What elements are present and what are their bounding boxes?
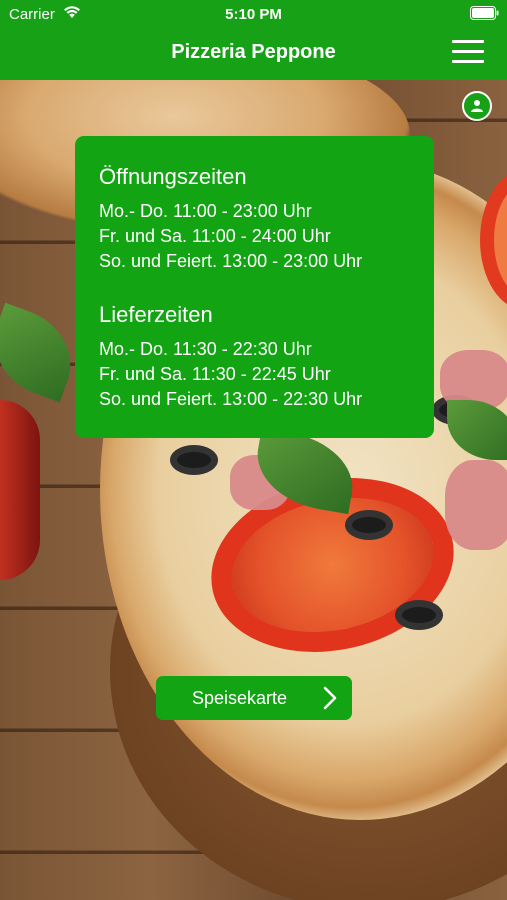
delivery-hours-line: Mo.- Do. 11:30 - 22:30 Uhr [99, 339, 312, 359]
battery-icon [470, 6, 499, 20]
menu-card-button-label: Speisekarte [192, 688, 288, 708]
user-icon[interactable] [462, 91, 492, 121]
opening-hours-title: Öffnungszeiten [99, 164, 247, 189]
page-title: Pizzeria Peppone [171, 41, 336, 63]
opening-hours-line: So. und Feiert. 13:00 - 23:00 Uhr [99, 251, 363, 271]
status-bar: Carrier 5:10 PM [0, 0, 507, 28]
nav-bar: Carrier 5:10 PM Pizzeria Peppone [0, 0, 507, 80]
opening-hours-line: Fr. und Sa. 11:00 - 24:00 Uhr [99, 226, 331, 246]
clock: 5:10 PM [225, 6, 282, 23]
background-photo [0, 0, 507, 900]
opening-hours-line: Mo.- Do. 11:00 - 23:00 Uhr [99, 201, 312, 221]
menu-card-button[interactable]: Speisekarte [156, 676, 352, 720]
chevron-right-icon [323, 686, 337, 710]
hours-card: Öffnungszeiten Mo.- Do. 11:00 - 23:00 Uh… [75, 136, 434, 438]
person-icon [471, 100, 483, 112]
hamburger-menu-icon[interactable] [452, 40, 484, 64]
delivery-hours-line: So. und Feiert. 13:00 - 22:30 Uhr [99, 389, 363, 409]
delivery-hours-line: Fr. und Sa. 11:30 - 22:45 Uhr [99, 364, 331, 384]
delivery-hours-title: Lieferzeiten [99, 302, 213, 327]
